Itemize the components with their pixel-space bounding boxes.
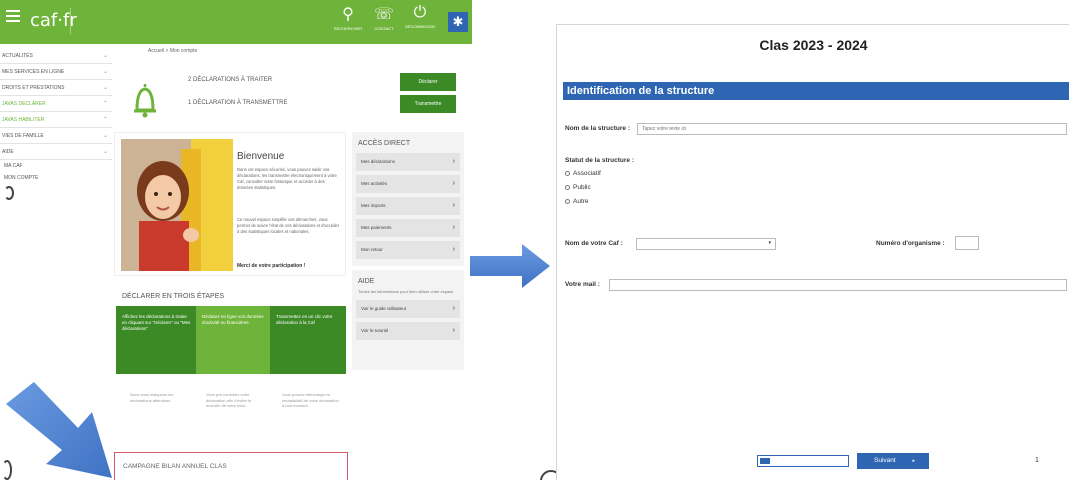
organisme-number-input[interactable] [955,236,979,250]
child-photo [121,139,233,271]
page-number: 1 [1035,457,1039,464]
clas-form: Clas 2023 - 2024 Identification de la st… [556,24,1069,480]
chevron-right-icon: › [452,180,455,187]
status-radio-public[interactable]: Public [565,184,591,191]
declare-button[interactable]: Déclarer [400,73,456,91]
logo-separator [70,8,71,34]
chevron-right-icon: › [452,158,455,165]
help-text: Toutes les informations pour bien utilis… [358,289,454,294]
declarations-to-transmit: 1 DÉCLARATION À TRANSMETTRE [188,100,288,106]
help-link-tutorial[interactable]: Voir le tutoriel › [356,322,460,340]
campaign-bilan-clas-link[interactable]: CAMPAGNE BILAN ANNUEL CLAS [114,452,348,480]
welcome-link[interactable]: Merci de votre participation ! [237,263,305,269]
step-3-description: Vous pouvez télécharger le récapitulatif… [282,392,339,408]
chevron-down-icon: ⌄ [102,133,108,139]
cursor-circle [2,460,12,480]
chevron-right-icon: › [452,224,455,231]
status-radio-autre[interactable]: Autre [565,198,589,205]
sidebar-item-aide[interactable]: AIDE ⌄ [0,144,112,160]
caf-select[interactable]: ▾ [636,238,776,250]
caf-topbar: caf·fr ⚲ RECHERCHER ☏ CONTACT ⏻ DÉCONNEXION… [0,0,472,44]
search-icon[interactable]: ⚲ RECHERCHER [328,4,368,40]
chevron-right-icon: › [452,246,455,253]
chevron-up-icon: ⌃ [102,117,108,123]
structure-status-label: Statut de la structure : [565,157,634,164]
direct-link-retour[interactable]: Mon retour › [356,241,460,259]
direct-access-panel: ACCÈS DIRECT Mes déclarations › Mes activ… [352,132,464,266]
direct-access-title: ACCÈS DIRECT [358,140,411,147]
sidebar-item-famille[interactable]: VIES DE FAMILLE ⌄ [0,128,112,144]
form-title: Clas 2023 - 2024 [759,37,868,53]
step-1-description: Nous vous indiquons les déclarations att… [130,392,174,403]
breadcrumb[interactable]: Accueil > Mon compte [148,48,197,54]
help-title: AIDE [358,278,375,285]
declarations-panel: 2 DÉCLARATIONS À TRAITER Déclarer 1 DÉCL… [180,70,464,122]
mail-label: Votre mail : [565,281,600,288]
step-1: Affichez les déclarations à traiter en c… [116,306,198,374]
direct-link-imports[interactable]: Mes imports › [356,197,460,215]
transmit-button[interactable]: Transmettre [400,95,456,113]
caf-sidebar: ACTUALITÉS ⌄ MES SERVICES EN LIGNE ⌄ DROIT… [0,48,112,184]
sidebar-item-ma-caf[interactable]: MA CAF [0,160,112,172]
chevron-down-icon: ⌄ [102,53,108,59]
sidebar-item-habiliter[interactable]: JAVAS HABILITER ⌃ [0,112,112,128]
bell-icon [134,84,156,118]
section-header: Identification de la structure [563,82,1069,100]
sidebar-item-services[interactable]: MES SERVICES EN LIGNE ⌄ [0,64,112,80]
chevron-down-icon: ▾ [768,240,771,246]
structure-name-label: Nom de la structure : [565,125,631,132]
power-icon[interactable]: ⏻ DÉCONNEXION [400,4,440,40]
cursor-circle [4,186,14,200]
progress-fill [760,458,770,464]
form-progress-bar [757,455,849,467]
declarations-to-process: 2 DÉCLARATIONS À TRAITER [188,77,273,83]
step-3: Transmettez en un clic votre déclaration… [270,306,346,374]
arrow-diagonal-icon [6,382,112,478]
chevron-down-icon: ⌄ [102,85,108,91]
structure-name-input[interactable] [637,123,1067,135]
contact-icon[interactable]: ☏ CONTACT [364,4,404,40]
welcome-text-2: Ce nouvel espace simplifie vos démarches… [237,217,340,234]
steps-title: DÉCLARER EN TROIS ÉTAPES [122,293,225,300]
chevron-down-icon: ⌄ [102,69,108,75]
caf-name-label: Nom de votre Caf : [565,240,623,247]
chevron-right-icon: › [452,305,455,312]
welcome-panel: Bienvenue Dans cet espace sécurisé, vous… [114,132,346,276]
direct-link-activites[interactable]: Mes activités › [356,175,460,193]
organisme-number-label: Numéro d'organisme : [876,240,945,247]
sidebar-item-droits[interactable]: DROITS ET PRESTATIONS ⌄ [0,80,112,96]
direct-link-declarations[interactable]: Mes déclarations › [356,153,460,171]
status-radio-associatif[interactable]: Associatif [565,170,601,177]
sidebar-item-actualites[interactable]: ACTUALITÉS ⌄ [0,48,112,64]
mail-input[interactable] [609,279,1067,291]
menu-icon[interactable] [6,10,20,24]
sidebar-item-declarer[interactable]: JAVAS DECLARER ⌃ [0,96,112,112]
step-2: Déclarez en ligne vos données d'activité… [196,306,272,374]
arrow-right-icon [470,244,550,288]
direct-link-paiements[interactable]: Mes paiements › [356,219,460,237]
help-panel: AIDE Toutes les informations pour bien u… [352,270,464,370]
welcome-text-1: Dans cet espace sécurisé, vous pouvez sa… [237,167,337,190]
next-button[interactable]: Suivant ▸ [857,453,929,469]
step-2-description: Vous pré-contrôlez votre déclaration afi… [206,392,252,408]
welcome-title: Bienvenue [237,151,285,162]
steps-banner: Affichez les déclarations à traiter en c… [116,306,346,374]
caret-right-icon: ▸ [912,458,915,464]
help-link-guide[interactable]: Voir le guide utilisateur › [356,300,460,318]
chevron-right-icon: › [452,327,455,334]
accessibility-icon[interactable]: ✱ [448,12,468,32]
chevron-right-icon: › [452,202,455,209]
sidebar-item-mon-compte[interactable]: MON COMPTE [0,172,112,184]
chevron-down-icon: ⌄ [102,149,108,155]
chevron-up-icon: ⌃ [102,101,108,107]
